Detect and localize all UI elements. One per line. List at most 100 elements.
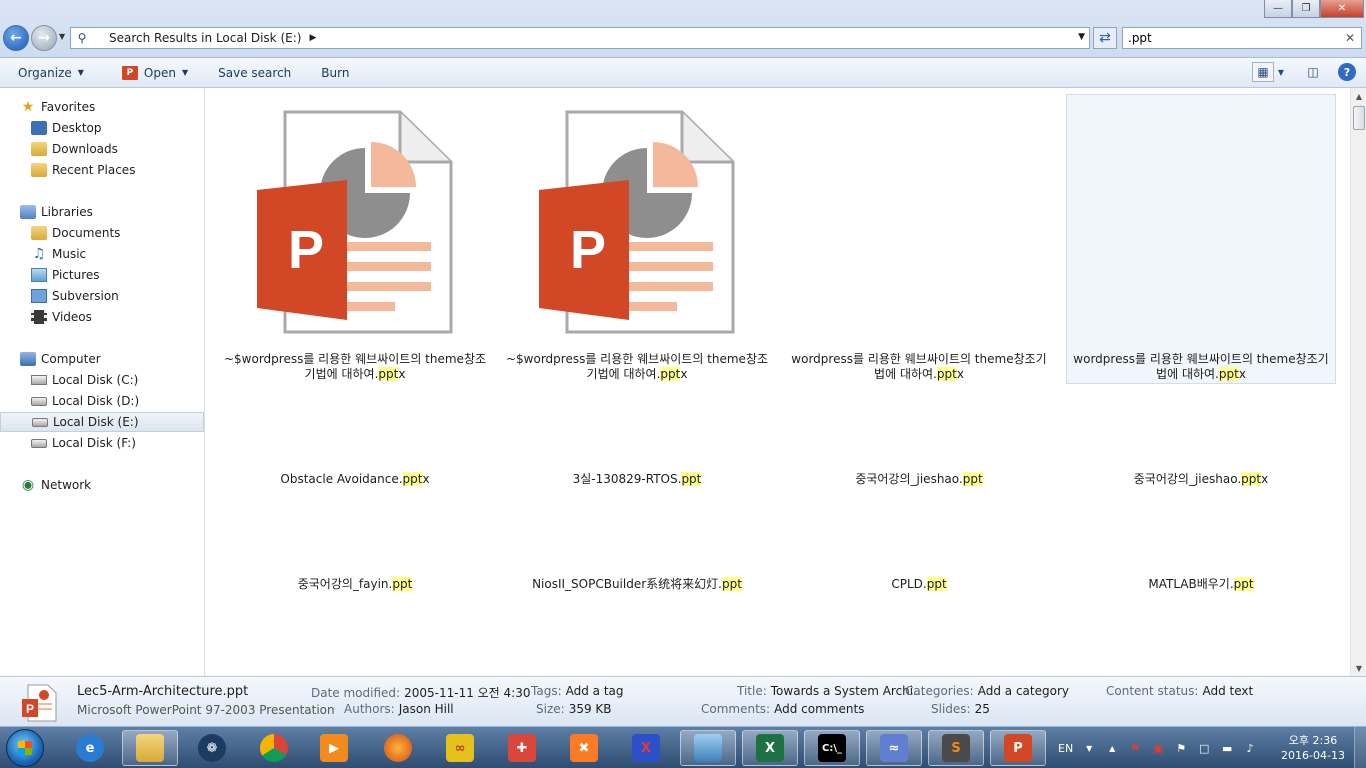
show-desktop-button[interactable] xyxy=(1354,727,1366,768)
sidebar-item-subversion[interactable]: Subversion xyxy=(0,286,204,306)
field-value[interactable]: Add a category xyxy=(978,684,1069,698)
file-item-selected[interactable]: wordpress를 리용한 웨브싸이트의 theme창조기 법에 대하여.pp… xyxy=(1066,352,1336,382)
sidebar-item-music[interactable]: ♫ Music xyxy=(0,244,204,264)
chevron-down-icon[interactable]: ▼ xyxy=(1078,32,1085,42)
taskbar-explorer[interactable] xyxy=(122,730,178,766)
forward-button[interactable]: → xyxy=(31,25,57,51)
refresh-button[interactable]: ⇄ xyxy=(1093,27,1117,49)
sidebar-item-libraries[interactable]: Libraries xyxy=(0,202,204,222)
preview-pane-icon[interactable]: ◫ xyxy=(1302,62,1324,82)
clear-search-icon[interactable]: ✕ xyxy=(1345,31,1355,45)
taskbar-command-prompt[interactable]: C:\_ xyxy=(804,730,860,766)
file-item[interactable]: MATLAB배우기.ppt xyxy=(1066,577,1336,592)
sidebar-item-recent-places[interactable]: Recent Places xyxy=(0,160,204,180)
scroll-down-icon[interactable]: ▼ xyxy=(1351,660,1366,676)
scroll-up-icon[interactable]: ▲ xyxy=(1351,88,1366,104)
sidebar-item-documents[interactable]: Documents xyxy=(0,223,204,243)
field-value[interactable]: Towards a System Archi... xyxy=(771,684,925,698)
burn-button[interactable]: Burn xyxy=(321,66,349,80)
taskbar-firefox[interactable] xyxy=(370,730,426,766)
details-categories[interactable]: Categories: Add a category xyxy=(905,684,1069,698)
device-icon[interactable]: □ xyxy=(1197,741,1211,755)
taskbar-app-infinity[interactable]: ∞ xyxy=(432,730,488,766)
antivirus-icon[interactable]: ⚑ xyxy=(1128,741,1142,755)
powerpoint-file-icon[interactable]: P xyxy=(255,110,455,336)
taskbar-media-center[interactable]: ❁ xyxy=(184,730,240,766)
organize-button[interactable]: Organize ▼ xyxy=(18,66,84,80)
sidebar-item-label: Subversion xyxy=(52,289,119,303)
play-icon: ▶ xyxy=(320,734,348,762)
file-item[interactable]: CPLD.ppt xyxy=(784,577,1054,592)
network-status-icon[interactable]: ▬ xyxy=(1220,741,1234,755)
taskbar-app-dolphin[interactable]: ≈ xyxy=(866,730,922,766)
chevron-down-icon[interactable]: ▼ xyxy=(1082,741,1096,755)
search-input[interactable] xyxy=(1128,31,1338,45)
taskbar-excel[interactable]: X xyxy=(742,730,798,766)
help-icon[interactable]: ? xyxy=(1338,63,1356,81)
match-highlight: ppt xyxy=(660,367,681,381)
taskbar-app-eraser[interactable]: ✚ xyxy=(494,730,550,766)
file-item[interactable]: 중국어강의_fayin.ppt xyxy=(220,577,490,592)
sidebar-item-drive-d[interactable]: Local Disk (D:) xyxy=(0,391,204,411)
taskbar-media-player[interactable]: ▶ xyxy=(306,730,362,766)
file-item[interactable]: 3실-130829-RTOS.ppt xyxy=(502,472,772,487)
file-item[interactable]: Obstacle Avoidance.pptx xyxy=(220,472,490,487)
scroll-thumb[interactable] xyxy=(1353,106,1365,130)
chevron-right-icon[interactable]: ▶ xyxy=(309,33,316,43)
sidebar-item-network[interactable]: ◉ Network xyxy=(0,475,204,495)
maximize-button[interactable]: ❐ xyxy=(1292,0,1320,18)
details-authors[interactable]: Authors: Jason Hill xyxy=(344,702,454,716)
taskbar-photo-viewer[interactable] xyxy=(680,730,736,766)
vertical-scrollbar[interactable]: ▲ ▼ xyxy=(1350,88,1366,676)
taskbar-chrome[interactable] xyxy=(246,730,302,766)
change-view-icon[interactable]: ▦ xyxy=(1252,62,1274,82)
sidebar-item-drive-e[interactable]: Local Disk (E:) xyxy=(0,412,204,432)
details-title[interactable]: Title: Towards a System Archi... xyxy=(737,684,925,698)
field-value[interactable]: Add a tag xyxy=(566,684,624,698)
field-value[interactable]: Add text xyxy=(1202,684,1253,698)
taskbar-app-x[interactable]: X xyxy=(618,730,674,766)
search-box[interactable]: ✕ xyxy=(1122,27,1362,49)
taskbar-xampp[interactable]: ✖ xyxy=(556,730,612,766)
back-button[interactable]: ← xyxy=(3,25,29,51)
address-box[interactable]: ⚲ Search Results in Local Disk (E:) ▶ ▼ xyxy=(70,27,1090,49)
sidebar-item-drive-c[interactable]: Local Disk (C:) xyxy=(0,370,204,390)
chevron-down-icon[interactable]: ▼ xyxy=(1274,62,1288,82)
flag-icon[interactable]: ⚑ xyxy=(1174,741,1188,755)
sidebar-item-desktop[interactable]: Desktop xyxy=(0,118,204,138)
taskbar-internet-explorer[interactable]: e xyxy=(62,730,118,766)
start-button[interactable] xyxy=(6,729,44,767)
language-indicator[interactable]: EN xyxy=(1058,742,1073,755)
file-item[interactable]: ~$wordpress를 리용한 웨브싸이트의 theme창조 기법에 대하여.… xyxy=(502,352,772,382)
minimize-button[interactable]: — xyxy=(1264,0,1292,18)
sidebar-item-videos[interactable]: Videos xyxy=(0,307,204,327)
address-path[interactable]: Search Results in Local Disk (E:) xyxy=(93,31,301,45)
file-item[interactable]: wordpress를 리용한 웨브싸이트의 theme창조기 법에 대하여.pp… xyxy=(784,352,1054,382)
sidebar-item-drive-f[interactable]: Local Disk (F:) xyxy=(0,433,204,453)
recent-pages-dropdown[interactable]: ▼ xyxy=(59,32,65,41)
volume-icon[interactable]: ♪ xyxy=(1243,741,1257,755)
shield-icon[interactable]: ▣ xyxy=(1151,741,1165,755)
file-item[interactable]: 중국어강의_jieshao.ppt xyxy=(784,472,1054,487)
sidebar-item-favorites[interactable]: ★ Favorites xyxy=(0,97,204,117)
taskbar-powerpoint[interactable]: P xyxy=(990,730,1046,766)
show-hidden-icons-icon[interactable]: ▲ xyxy=(1105,741,1119,755)
details-tags[interactable]: Tags: Add a tag xyxy=(531,684,624,698)
file-item[interactable]: NiosII_SOPCBuilder系统将来幻灯.ppt xyxy=(502,577,772,592)
field-value[interactable]: Add comments xyxy=(774,702,864,716)
sidebar-item-pictures[interactable]: Pictures xyxy=(0,265,204,285)
open-button[interactable]: P Open ▼ xyxy=(121,65,188,80)
file-item[interactable]: 중국어강의_jieshao.pptx xyxy=(1066,472,1336,487)
taskbar-sublime[interactable]: S xyxy=(928,730,984,766)
save-search-button[interactable]: Save search xyxy=(218,66,291,80)
sidebar-item-downloads[interactable]: Downloads xyxy=(0,139,204,159)
file-item[interactable]: ~$wordpress를 리용한 웨브싸이트의 theme창조 기법에 대하여.… xyxy=(220,352,490,382)
details-content-status[interactable]: Content status: Add text xyxy=(1106,684,1253,698)
close-button[interactable]: ✕ xyxy=(1320,0,1364,18)
clock[interactable]: 오후 2:36 2016-04-13 xyxy=(1275,733,1351,763)
sidebar-item-computer[interactable]: Computer xyxy=(0,349,204,369)
powerpoint-file-icon[interactable]: P xyxy=(537,110,737,336)
details-comments[interactable]: Comments: Add comments xyxy=(701,702,864,716)
file-tile-selected-bg[interactable] xyxy=(1066,94,1336,384)
field-value[interactable]: Jason Hill xyxy=(399,702,454,716)
